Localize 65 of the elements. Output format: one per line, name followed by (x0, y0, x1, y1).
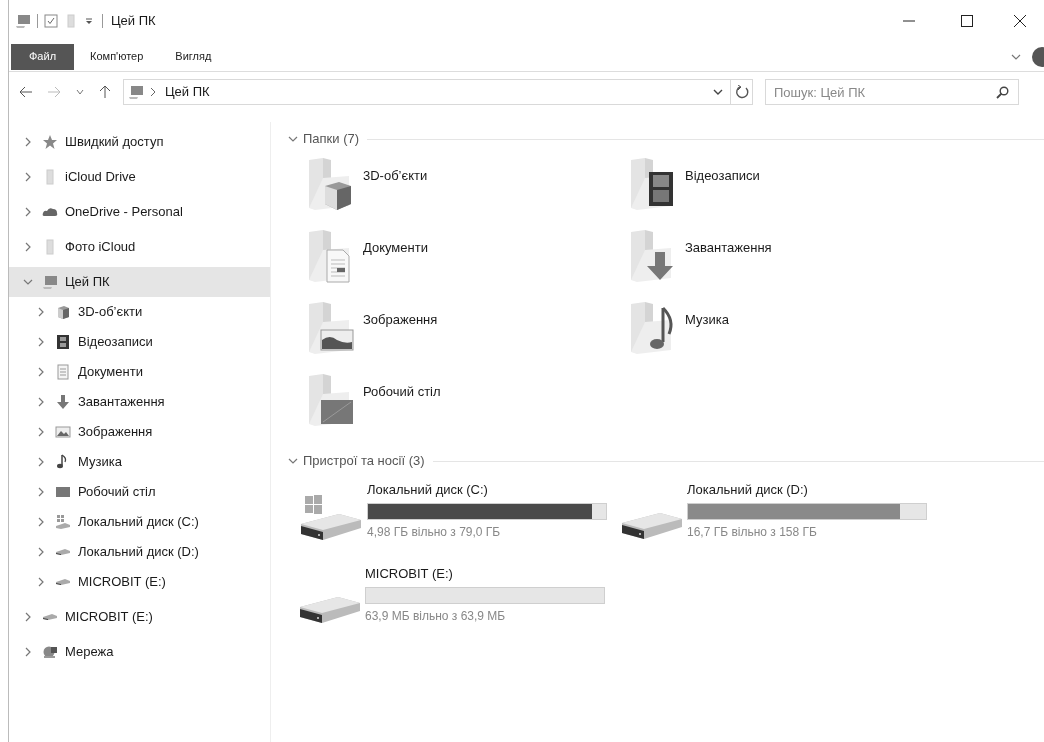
drive-icon (55, 578, 71, 586)
folder-item[interactable]: Відеозаписи (627, 156, 949, 228)
search-field[interactable]: Пошук: Цей ПК (765, 79, 1019, 105)
window-title: Цей ПК (111, 12, 156, 31)
ribbon-tab[interactable]: Комп'ютер (74, 43, 160, 70)
refresh-button[interactable] (731, 79, 753, 105)
tree-item[interactable]: iCloud Drive (9, 162, 270, 192)
recent-dropdown-icon[interactable] (75, 87, 85, 97)
address-bar[interactable]: Цей ПК (123, 79, 731, 105)
tree-item[interactable]: Робочий стіл (9, 477, 270, 507)
folder-item[interactable]: Робочий стіл (305, 372, 627, 444)
tree-item[interactable]: MICROBIT (E:) (9, 567, 270, 597)
ribbon-tab[interactable]: Файл (11, 43, 75, 70)
download-arrow-icon (55, 394, 71, 410)
star-icon (42, 134, 58, 150)
help-icon[interactable] (1032, 46, 1044, 67)
computer-icon (128, 84, 144, 100)
refresh-icon (734, 85, 749, 99)
computer-icon (42, 274, 58, 290)
tree-item[interactable]: OneDrive - Personal (9, 197, 270, 227)
picture-icon (55, 424, 71, 440)
tree-item[interactable]: Музика (9, 447, 270, 477)
close-icon (1014, 15, 1026, 27)
dropdown-icon[interactable] (84, 16, 94, 26)
tree-item[interactable]: Фото iCloud (9, 232, 270, 262)
system-drive-icon (55, 514, 71, 530)
desktop-icon (55, 484, 71, 500)
drive-icon (42, 613, 58, 621)
folder-item[interactable]: Музика (627, 300, 949, 372)
ribbon-tab[interactable]: Вигляд (159, 43, 228, 70)
drive-item[interactable]: Локальний диск (C:) 4,98 ГБ вільно з 79,0 ГБ (299, 476, 621, 560)
drive-icon (299, 596, 361, 624)
properties-checkbox-icon[interactable] (44, 14, 58, 28)
section-header[interactable]: Пристрої та носії (3) (303, 451, 425, 471)
drive-icon (55, 548, 71, 556)
system-drive-icon (299, 494, 363, 542)
maximize-icon (961, 15, 973, 27)
back-arrow-icon[interactable] (19, 86, 33, 98)
drive-icon (621, 512, 683, 540)
network-icon (42, 644, 58, 660)
cube-icon (55, 304, 71, 320)
search-icon[interactable] (996, 86, 1009, 99)
computer-icon (15, 13, 31, 29)
folder-item[interactable]: Документи (305, 228, 627, 300)
up-arrow-icon[interactable] (99, 85, 111, 99)
tree-item[interactable]: Завантаження (9, 387, 270, 417)
section-header[interactable]: Папки (7) (303, 129, 360, 149)
tree-item[interactable]: Локальний диск (C:) (9, 507, 270, 537)
tree-item[interactable]: Документи (9, 357, 270, 387)
folder-item[interactable]: Зображення (305, 300, 627, 372)
film-icon (55, 334, 71, 350)
tree-item[interactable]: 3D-об’єкти (9, 297, 270, 327)
tree-item[interactable]: Швидкий доступ (9, 127, 270, 157)
tree-item[interactable]: Зображення (9, 417, 270, 447)
tree-item[interactable]: Цей ПК (9, 267, 270, 297)
breadcrumb-chevron-icon (149, 87, 157, 97)
tree-item[interactable]: Мережа (9, 637, 270, 667)
drive-item[interactable]: Локальний диск (D:) 16,7 ГБ вільно з 158 ГБ (621, 476, 943, 560)
folder-item[interactable]: 3D-об’єкти (305, 156, 627, 228)
tree-item[interactable]: Локальний диск (D:) (9, 537, 270, 567)
folder-item[interactable]: Завантаження (627, 228, 949, 300)
document-icon (55, 364, 71, 380)
drive-item[interactable]: MICROBIT (E:) 63,9 МБ вільно з 63,9 МБ (299, 560, 621, 644)
tree-item[interactable]: MICROBIT (E:) (9, 602, 270, 632)
tree-item[interactable]: Відеозаписи (9, 327, 270, 357)
